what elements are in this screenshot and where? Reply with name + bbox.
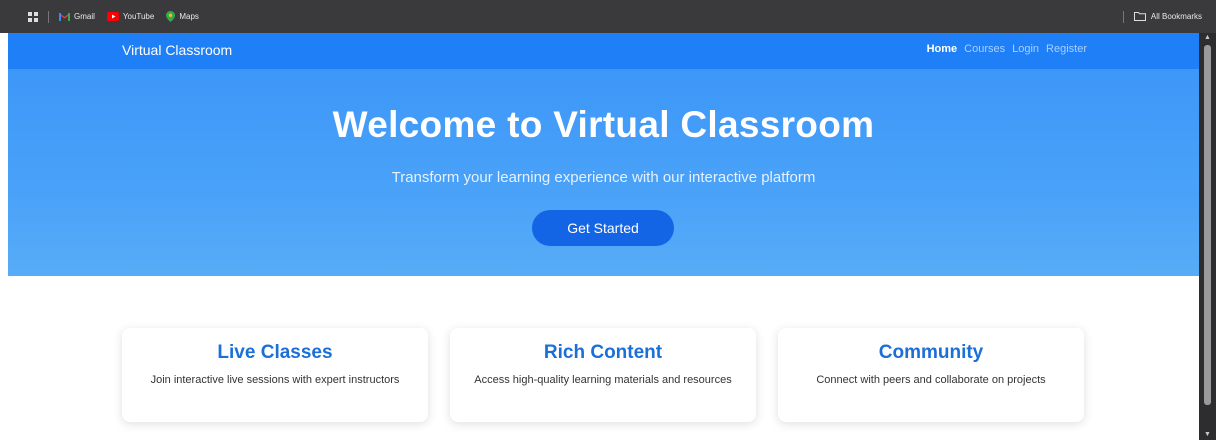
bookmarks-separator xyxy=(1122,10,1124,23)
bookmark-label: Gmail xyxy=(74,12,95,21)
hero-title: Welcome to Virtual Classroom xyxy=(332,104,875,145)
folder-icon xyxy=(1133,12,1146,21)
feature-card-rich-content: Rich Content Access high-quality learnin… xyxy=(450,328,756,422)
feature-card-title: Live Classes xyxy=(217,342,333,363)
feature-card-description: Join interactive live sessions with expe… xyxy=(150,374,400,386)
brand-title[interactable]: Virtual Classroom xyxy=(122,42,232,58)
bookmarks-separator xyxy=(48,10,49,23)
feature-card-description: Connect with peers and collaborate on pr… xyxy=(816,374,1046,386)
bookmark-youtube[interactable]: YouTube xyxy=(106,12,155,21)
all-bookmarks[interactable]: All Bookmarks xyxy=(1113,0,1202,33)
feature-card-title: Community xyxy=(878,342,984,363)
scroll-up-arrow-icon[interactable]: ▲ xyxy=(1199,33,1216,43)
bookmarks-bar: Gmail YouTube Maps All Bookmarks xyxy=(0,0,1216,33)
page-viewport: Virtual Classroom Home Courses Login Reg… xyxy=(8,33,1199,440)
bookmark-label: Maps xyxy=(179,12,199,21)
feature-card-title: Rich Content xyxy=(543,342,663,363)
youtube-icon xyxy=(106,12,119,21)
scroll-thumb[interactable] xyxy=(1204,45,1211,405)
nav-links: Home Courses Login Register xyxy=(920,43,1087,55)
maps-icon xyxy=(166,11,176,22)
bookmark-gmail[interactable]: Gmail xyxy=(59,12,95,21)
nav-link-home[interactable]: Home xyxy=(927,43,958,55)
navbar: Virtual Classroom Home Courses Login Reg… xyxy=(8,33,1199,69)
bookmark-label: YouTube xyxy=(122,12,155,21)
page-left-edge xyxy=(0,33,8,440)
nav-link-login[interactable]: Login xyxy=(1012,43,1039,55)
nav-link-courses[interactable]: Courses xyxy=(964,43,1005,55)
all-bookmarks-label: All Bookmarks xyxy=(1150,12,1202,21)
feature-card-description: Access high-quality learning materials a… xyxy=(474,374,732,386)
feature-card-community: Community Connect with peers and collabo… xyxy=(778,328,1084,422)
scroll-down-arrow-icon[interactable]: ▼ xyxy=(1199,430,1216,440)
vertical-scrollbar[interactable]: ▲ ▼ xyxy=(1199,33,1216,440)
feature-card-live-classes: Live Classes Join interactive live sessi… xyxy=(122,328,428,422)
nav-link-register[interactable]: Register xyxy=(1046,43,1087,55)
hero-subtitle: Transform your learning experience with … xyxy=(391,169,816,186)
apps-grid-icon[interactable] xyxy=(28,11,38,22)
get-started-button[interactable]: Get Started xyxy=(532,210,674,246)
gmail-icon xyxy=(59,12,70,21)
bookmark-maps[interactable]: Maps xyxy=(166,11,199,22)
hero-section: Welcome to Virtual Classroom Transform y… xyxy=(8,69,1199,276)
